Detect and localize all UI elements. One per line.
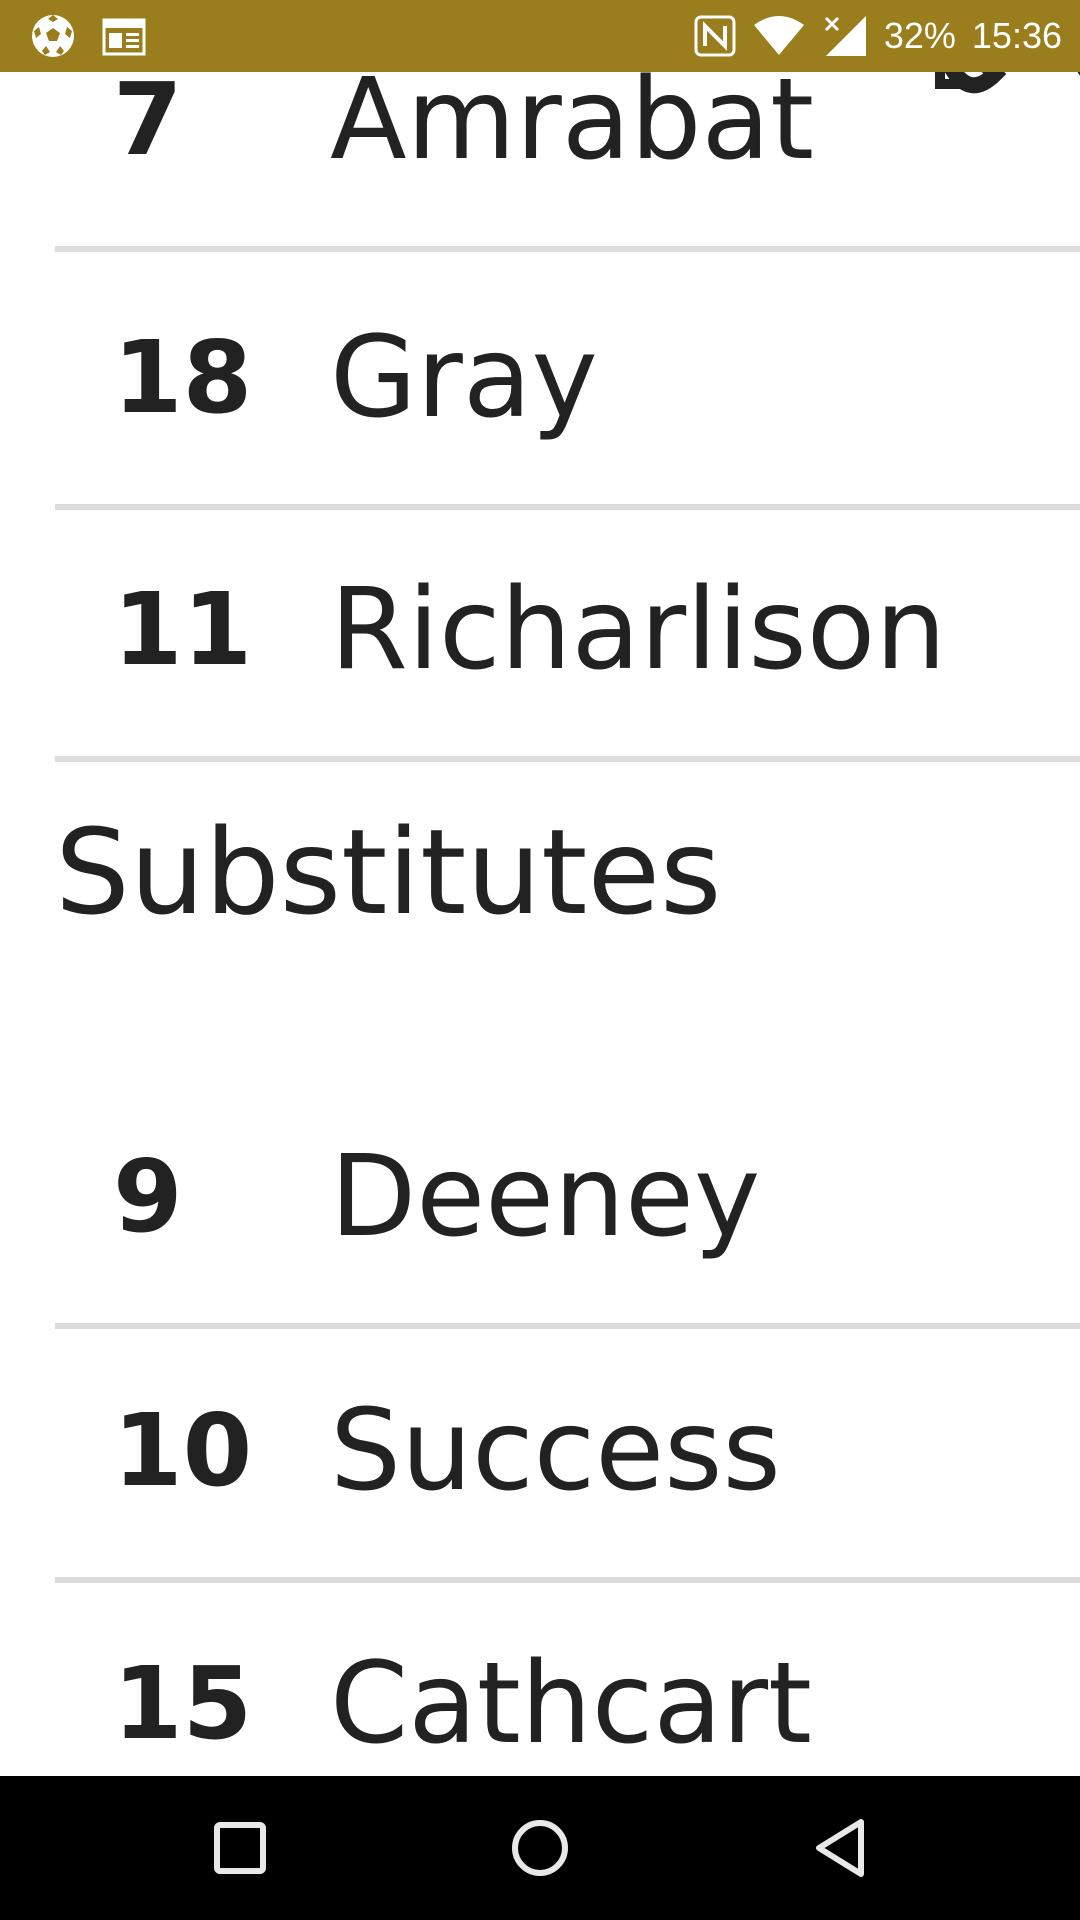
player-number: 10 <box>113 1392 253 1509</box>
lineup-list[interactable]: 7 Amrabat 18 Gray 11 Richarlison Substit… <box>0 72 1080 1776</box>
circle-icon <box>511 1819 569 1877</box>
home-button[interactable] <box>460 1776 620 1920</box>
player-number: 11 <box>113 571 253 688</box>
calendar-news-icon <box>102 16 146 56</box>
battery-text: 32% <box>883 15 956 56</box>
player-row[interactable]: 11 Richarlison <box>55 504 1080 762</box>
player-number: 7 <box>113 72 183 178</box>
player-row[interactable]: 18 Gray <box>55 252 1080 510</box>
player-name: Cathcart <box>330 1639 812 1769</box>
player-number: 15 <box>113 1645 253 1762</box>
system-status: 32% 15:36 <box>694 0 1062 72</box>
player-name: Success <box>330 1386 781 1516</box>
player-name: Gray <box>330 313 598 443</box>
football-app-icon <box>30 13 76 59</box>
nfc-icon <box>694 15 736 57</box>
square-icon <box>214 1822 266 1874</box>
clock-time: 15:36 <box>971 15 1062 56</box>
substitutes-heading: Substitutes <box>55 803 722 941</box>
player-number: 9 <box>113 1138 183 1255</box>
navigation-bar <box>0 1776 1080 1920</box>
notification-icons <box>30 13 146 59</box>
player-row[interactable]: 15 Cathcart <box>55 1578 1080 1776</box>
recents-button[interactable] <box>160 1776 320 1920</box>
player-row[interactable]: 9 Deeney <box>55 1071 1080 1329</box>
player-name: Deeney <box>330 1132 761 1262</box>
player-number: 18 <box>113 319 253 436</box>
substitution-icon <box>885 72 1080 98</box>
signal-icon <box>822 14 868 58</box>
status-bar: 32% 15:36 <box>0 0 1080 72</box>
back-triangle-icon <box>813 1818 867 1878</box>
player-name: Amrabat <box>330 72 815 185</box>
player-row[interactable]: 10 Success <box>55 1325 1080 1583</box>
player-name: Richarlison <box>330 565 947 695</box>
player-row[interactable]: 7 Amrabat <box>55 72 1080 252</box>
back-button[interactable] <box>760 1776 920 1920</box>
wifi-icon <box>752 15 806 57</box>
